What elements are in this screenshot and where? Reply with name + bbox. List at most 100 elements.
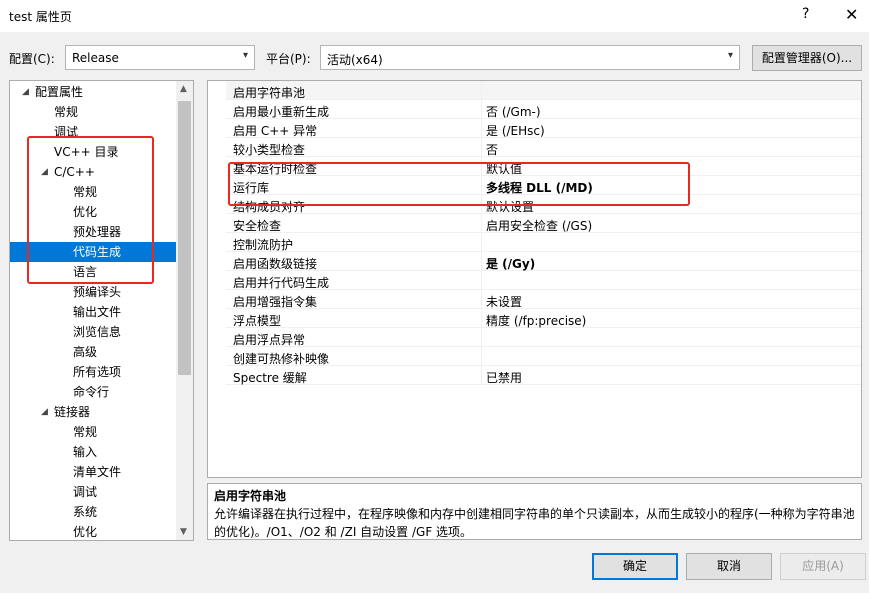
tree-item-label: 系统 <box>73 505 98 519</box>
row-gutter <box>208 100 226 119</box>
property-row[interactable]: 启用浮点异常 <box>208 328 861 347</box>
row-gutter <box>208 252 226 271</box>
column-divider <box>481 347 482 366</box>
window-title: test 属性页 <box>9 10 72 24</box>
tree-item-label: 常规 <box>54 105 79 119</box>
help-icon[interactable]: ? <box>802 6 809 22</box>
property-value[interactable]: 是 (/Gy) <box>486 255 535 272</box>
row-gutter <box>208 195 226 214</box>
property-row[interactable]: 创建可热修补映像 <box>208 347 861 366</box>
property-row[interactable]: 启用 C++ 异常 是 (/EHsc) <box>208 119 861 138</box>
column-divider <box>481 100 482 119</box>
tree-item[interactable]: ◢ 配置属性 <box>10 82 178 102</box>
row-gutter <box>208 290 226 309</box>
tree-item[interactable]: 所有选项 <box>10 362 178 382</box>
row-gutter <box>208 138 226 157</box>
property-name: Spectre 缓解 <box>233 371 307 385</box>
tree-item[interactable]: 常规 <box>10 102 178 122</box>
property-grid: 启用字符串池启用最小重新生成 否 (/Gm-) 启用 C++ 异常 是 (/EHsc)… <box>207 80 862 478</box>
config-value: Release <box>72 51 119 65</box>
tree-item-label: 优化 <box>73 525 98 539</box>
property-name: 启用浮点异常 <box>233 333 306 347</box>
close-icon[interactable]: ✕ <box>845 5 858 24</box>
column-divider <box>481 271 482 290</box>
tree-item-label: 常规 <box>73 425 98 439</box>
apply-button[interactable]: 应用(A) <box>780 553 866 580</box>
property-row[interactable]: 安全检查 启用安全检查 (/GS) <box>208 214 861 233</box>
property-value[interactable]: 启用安全检查 (/GS) <box>486 217 592 234</box>
tree-item-label: 清单文件 <box>73 465 122 479</box>
property-value[interactable]: 否 <box>486 141 498 158</box>
property-value[interactable]: 否 (/Gm-) <box>486 103 541 120</box>
expand-arrow-icon[interactable]: ◢ <box>41 402 48 422</box>
property-row[interactable]: 启用最小重新生成 否 (/Gm-) <box>208 100 861 119</box>
tree-item[interactable]: 高级 <box>10 342 178 362</box>
platform-dropdown[interactable]: 活动(x64) ▾ <box>320 45 740 70</box>
column-divider <box>481 328 482 347</box>
property-name: 创建可热修补映像 <box>233 352 330 366</box>
tree-item[interactable]: 系统 <box>10 502 178 522</box>
property-name: 启用字符串池 <box>233 86 306 100</box>
row-gutter <box>208 214 226 233</box>
tree-item[interactable]: 预编译头 <box>10 282 178 302</box>
row-gutter <box>208 309 226 328</box>
property-row[interactable]: 启用字符串池 <box>208 81 861 100</box>
expand-arrow-icon[interactable]: ◢ <box>22 82 29 102</box>
tree-item[interactable]: 输入 <box>10 442 178 462</box>
property-name: 启用 C++ 异常 <box>233 124 318 138</box>
property-row[interactable]: 启用函数级链接 是 (/Gy) <box>208 252 861 271</box>
tree-scrollbar[interactable]: ▲ ▼ <box>176 81 193 540</box>
property-value[interactable]: 未设置 <box>486 293 522 310</box>
config-label: 配置(C): <box>9 52 55 66</box>
tree-item[interactable]: 浏览信息 <box>10 322 178 342</box>
row-gutter <box>208 271 226 290</box>
property-name: 浮点模型 <box>233 314 282 328</box>
scroll-down-icon[interactable]: ▼ <box>180 527 187 537</box>
description-panel: 启用字符串池 允许编译器在执行过程中，在程序映像和内存中创建相同字符串的单个只读… <box>207 483 862 540</box>
title-bar: test 属性页 ? ✕ <box>0 0 869 32</box>
property-row[interactable]: 控制流防护 <box>208 233 861 252</box>
property-value[interactable]: 已禁用 <box>486 369 522 386</box>
column-divider <box>481 252 482 271</box>
chevron-down-icon: ▾ <box>727 50 733 61</box>
tree-item-label: 预编译头 <box>73 285 122 299</box>
property-row[interactable]: 启用并行代码生成 <box>208 271 861 290</box>
column-divider <box>481 119 482 138</box>
tree-item-label: 高级 <box>73 345 98 359</box>
row-gutter <box>208 176 226 195</box>
scroll-up-icon[interactable]: ▲ <box>180 84 187 94</box>
description-title: 启用字符串池 <box>214 489 287 503</box>
tree-item[interactable]: 常规 <box>10 422 178 442</box>
config-dropdown[interactable]: Release ▾ <box>65 45 255 70</box>
column-divider <box>481 81 482 100</box>
property-name: 控制流防护 <box>233 238 294 252</box>
description-text: 允许编译器在执行过程中，在程序映像和内存中创建相同字符串的单个只读副本，从而生成… <box>214 507 855 539</box>
property-value[interactable]: 是 (/EHsc) <box>486 122 545 139</box>
property-value[interactable]: 精度 (/fp:precise) <box>486 312 586 329</box>
property-row[interactable]: Spectre 缓解 已禁用 <box>208 366 861 385</box>
cancel-button[interactable]: 取消 <box>686 553 772 580</box>
property-name: 启用函数级链接 <box>233 257 318 271</box>
platform-value: 活动(x64) <box>327 53 383 67</box>
tree-item[interactable]: 清单文件 <box>10 462 178 482</box>
property-name: 安全检查 <box>233 219 282 233</box>
ok-button[interactable]: 确定 <box>592 553 678 580</box>
config-manager-button[interactable]: 配置管理器(O)... <box>752 45 862 71</box>
scroll-thumb[interactable] <box>178 101 191 375</box>
property-row[interactable]: 启用增强指令集 未设置 <box>208 290 861 309</box>
property-name: 较小类型检查 <box>233 143 306 157</box>
property-row[interactable]: 较小类型检查 否 <box>208 138 861 157</box>
annotation-box-tree <box>27 136 154 284</box>
tree-item[interactable]: 优化 <box>10 522 178 540</box>
property-row[interactable]: 浮点模型 精度 (/fp:precise) <box>208 309 861 328</box>
tree-item[interactable]: 命令行 <box>10 382 178 402</box>
tree-item[interactable]: 输出文件 <box>10 302 178 322</box>
row-gutter <box>208 81 226 100</box>
tree-item[interactable]: ◢ 链接器 <box>10 402 178 422</box>
platform-label: 平台(P): <box>266 52 311 66</box>
tree-item[interactable]: 调试 <box>10 482 178 502</box>
property-name: 启用最小重新生成 <box>233 105 330 119</box>
column-divider <box>481 290 482 309</box>
column-divider <box>481 214 482 233</box>
tree-item-label: 调试 <box>73 485 98 499</box>
